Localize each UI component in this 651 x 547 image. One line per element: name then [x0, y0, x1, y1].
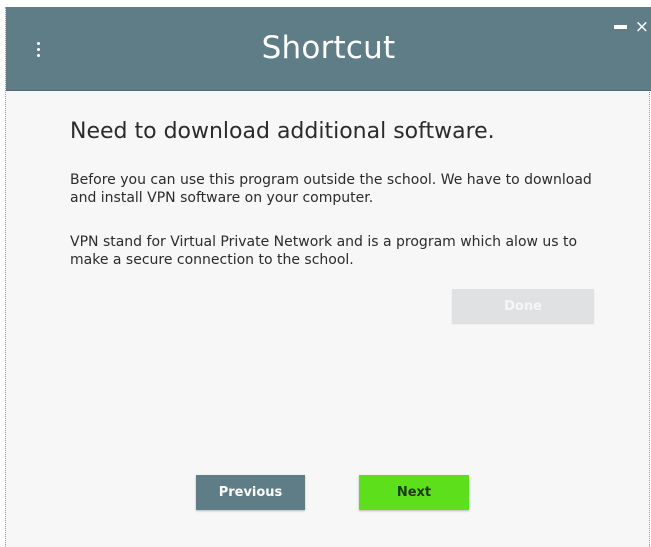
- page-heading: Need to download additional software.: [70, 119, 495, 144]
- previous-button[interactable]: Previous: [196, 475, 305, 510]
- window-controls: ×: [613, 17, 649, 37]
- minimize-icon[interactable]: [613, 25, 627, 29]
- intro-paragraph: Before you can use this program outside …: [70, 172, 592, 206]
- app-window: Shortcut × Need to download additional s…: [5, 7, 651, 547]
- window-title: Shortcut: [261, 30, 396, 66]
- close-icon[interactable]: ×: [635, 18, 649, 36]
- content-area: Need to download additional software. Be…: [6, 91, 649, 547]
- done-button[interactable]: Done: [452, 289, 594, 323]
- next-button[interactable]: Next: [359, 475, 469, 510]
- title-bar: Shortcut ×: [6, 7, 651, 91]
- vpn-explanation-paragraph: VPN stand for Virtual Private Network an…: [70, 234, 578, 268]
